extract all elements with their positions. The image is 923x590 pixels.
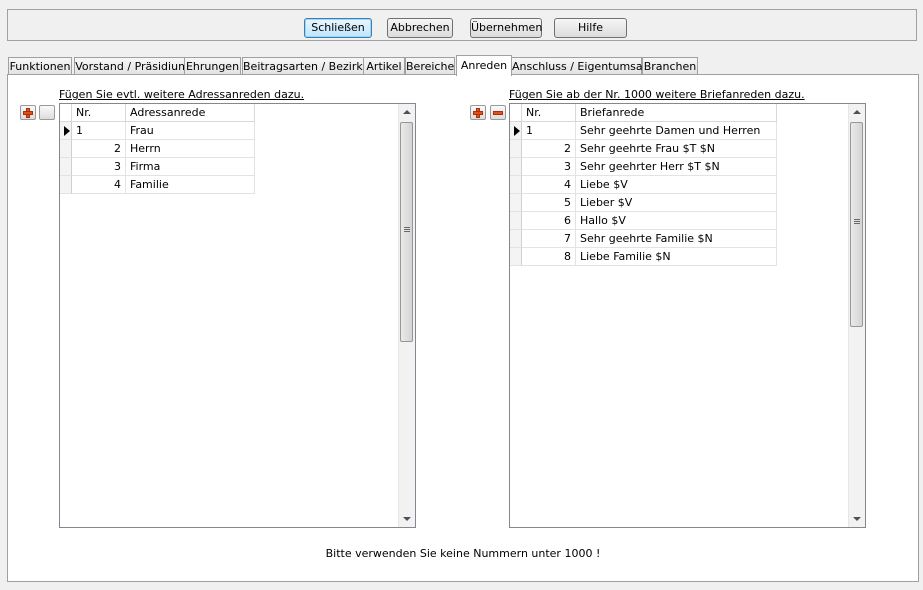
plus-icon — [473, 108, 483, 118]
cell-nr[interactable]: 1 — [522, 122, 576, 140]
cell-text[interactable]: Firma — [126, 158, 255, 176]
cell-nr[interactable]: 3 — [522, 158, 576, 176]
anreden-panel: Fügen Sie evtl. weitere Adressanreden da… — [7, 74, 919, 582]
row-indicator-icon — [514, 126, 520, 136]
right-hint: Fügen Sie ab der Nr. 1000 weitere Briefa… — [509, 88, 805, 101]
scroll-down-arrow-icon[interactable] — [403, 517, 411, 521]
cell-text[interactable]: Sehr geehrter Herr $T $N — [576, 158, 777, 176]
column-header-adressanrede[interactable]: Adressanrede — [126, 104, 255, 122]
cell-text[interactable]: Liebe Familie $N — [576, 248, 777, 266]
scroll-down-arrow-icon[interactable] — [853, 517, 861, 521]
cell-text[interactable]: Sehr geehrte Frau $T $N — [576, 140, 777, 158]
vertical-scrollbar[interactable] — [398, 104, 415, 527]
row-indicator — [510, 122, 522, 140]
cell-nr[interactable]: 5 — [522, 194, 576, 212]
tab-artikel[interactable]: Artikel — [363, 57, 405, 75]
cell-text[interactable]: Herrn — [126, 140, 255, 158]
cell-nr[interactable]: 2 — [522, 140, 576, 158]
tab-bereiche[interactable]: Bereiche — [405, 57, 455, 75]
row-indicator — [60, 140, 72, 158]
minus-icon — [493, 108, 503, 118]
cancel-button[interactable]: Abbrechen — [387, 18, 453, 38]
address-salutation-grid[interactable]: Nr. Adressanrede 1 Frau 2 Herrn 3 Firma … — [59, 103, 416, 528]
row-indicator — [510, 158, 522, 176]
column-header-briefanrede[interactable]: Briefanrede — [576, 104, 777, 122]
add-letter-salutation-button[interactable] — [470, 105, 486, 120]
cell-nr[interactable]: 4 — [522, 176, 576, 194]
left-hint: Fügen Sie evtl. weitere Adressanreden da… — [59, 88, 305, 101]
cell-nr[interactable]: 1 — [72, 122, 126, 140]
cell-text[interactable]: Hallo $V — [576, 212, 777, 230]
apply-button[interactable]: Übernehmen — [470, 18, 542, 38]
cell-nr[interactable]: 7 — [522, 230, 576, 248]
tab-vorstand[interactable]: Vorstand / Präsidium — [74, 57, 190, 75]
tab-ehrungen[interactable]: Ehrungen — [184, 57, 241, 75]
cell-text[interactable]: Liebe $V — [576, 176, 777, 194]
add-address-salutation-button[interactable] — [20, 105, 36, 120]
cell-text[interactable]: Sehr geehrte Damen und Herren — [576, 122, 777, 140]
tab-anschluss[interactable]: Anschluss / Eigentumsart — [511, 57, 651, 75]
row-indicator — [60, 122, 72, 140]
cell-text[interactable]: Frau — [126, 122, 255, 140]
close-button[interactable]: Schließen — [304, 18, 372, 38]
letter-salutation-grid[interactable]: Nr. Briefanrede 1 Sehr geehrte Damen und… — [509, 103, 866, 528]
help-button[interactable]: Hilfe — [554, 18, 627, 38]
row-indicator — [60, 158, 72, 176]
row-indicator-icon — [64, 126, 70, 136]
footer-note: Bitte verwenden Sie keine Nummern unter … — [325, 547, 601, 560]
column-header-nr[interactable]: Nr. — [522, 104, 576, 122]
cell-nr[interactable]: 3 — [72, 158, 126, 176]
scroll-up-arrow-icon[interactable] — [403, 110, 411, 114]
cell-text[interactable]: Lieber $V — [576, 194, 777, 212]
cell-text[interactable]: Sehr geehrte Familie $N — [576, 230, 777, 248]
row-indicator — [510, 176, 522, 194]
row-indicator — [510, 230, 522, 248]
vertical-scrollbar[interactable] — [848, 104, 865, 527]
remove-address-salutation-button[interactable] — [39, 105, 55, 120]
plus-icon — [23, 108, 33, 118]
tab-beitragsarten[interactable]: Beitragsarten / Bezirke — [242, 57, 369, 75]
cell-nr[interactable]: 6 — [522, 212, 576, 230]
column-header-nr[interactable]: Nr. — [72, 104, 126, 122]
tab-anreden[interactable]: Anreden — [456, 55, 512, 76]
scroll-up-arrow-icon[interactable] — [853, 110, 861, 114]
row-indicator — [510, 212, 522, 230]
tab-branchen[interactable]: Branchen — [642, 57, 698, 75]
row-indicator — [510, 248, 522, 266]
tab-funktionen[interactable]: Funktionen — [8, 57, 72, 75]
scrollbar-thumb[interactable] — [850, 122, 863, 327]
cell-text[interactable]: Familie — [126, 176, 255, 194]
remove-letter-salutation-button[interactable] — [490, 105, 506, 120]
row-indicator — [510, 140, 522, 158]
cell-nr[interactable]: 2 — [72, 140, 126, 158]
scrollbar-thumb[interactable] — [400, 122, 413, 342]
button-bar — [7, 9, 917, 41]
row-indicator — [60, 176, 72, 194]
cell-nr[interactable]: 4 — [72, 176, 126, 194]
cell-nr[interactable]: 8 — [522, 248, 576, 266]
row-indicator — [510, 194, 522, 212]
